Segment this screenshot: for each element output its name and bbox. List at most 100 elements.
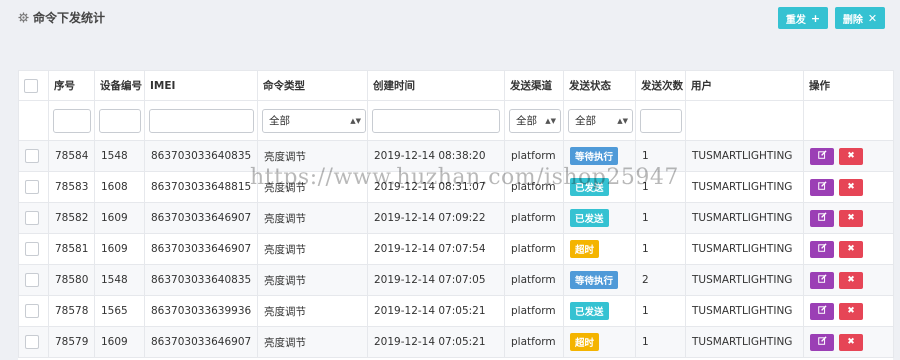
actions-cell: ✖ xyxy=(803,326,894,358)
table-row[interactable]: 78583 1608 863703033648815 亮度调节 2019-12-14 0… xyxy=(18,171,894,203)
filter-cell xyxy=(48,100,95,141)
edit-icon xyxy=(817,305,827,317)
command-type-select-value: 全部 xyxy=(269,115,290,127)
status-cell: 已发送 xyxy=(563,295,636,327)
close-icon: ✖ xyxy=(847,306,855,316)
delete-row-button[interactable]: ✖ xyxy=(839,271,863,289)
edit-button[interactable] xyxy=(810,147,834,165)
imei-filter-input[interactable] xyxy=(149,108,254,133)
resend-label: 重发 xyxy=(785,14,806,26)
col-header[interactable]: 创建时间 xyxy=(367,70,505,101)
edit-button[interactable] xyxy=(810,333,834,351)
filter-cell xyxy=(94,100,145,141)
delete-row-button[interactable]: ✖ xyxy=(839,302,863,320)
delete-row-button[interactable]: ✖ xyxy=(839,178,863,196)
count-filter-input[interactable] xyxy=(640,108,682,133)
col-header[interactable]: 命令类型 xyxy=(257,70,368,101)
filter-row: 全部 ▲▼ 全部 ▲▼ 全部 ▲▼ xyxy=(18,100,894,141)
select-arrows-icon: ▲▼ xyxy=(350,116,361,125)
row-select-cell xyxy=(18,171,49,203)
col-header[interactable]: 用户 xyxy=(685,70,804,101)
edit-icon xyxy=(817,150,827,162)
delete-row-button[interactable]: ✖ xyxy=(839,240,863,258)
created-time-filter-input[interactable] xyxy=(372,108,500,133)
status-cell: 等待执行 xyxy=(563,140,636,172)
row-checkbox[interactable] xyxy=(25,304,39,318)
send-count-cell: 1 xyxy=(635,295,686,327)
imei-cell: 863703033639936 xyxy=(144,295,258,327)
status-badge: 已发送 xyxy=(570,178,609,196)
edit-button[interactable] xyxy=(810,178,834,196)
page-title-text: 命令下发统计 xyxy=(33,11,106,25)
col-header[interactable]: 发送状态 xyxy=(563,70,636,101)
close-icon: ✕ xyxy=(867,11,878,25)
created-time-cell: 2019-12-14 08:31:07 xyxy=(367,171,505,203)
imei-cell: 863703033640835 xyxy=(144,140,258,172)
device-cell: 1548 xyxy=(94,140,145,172)
id-cell: 78580 xyxy=(48,264,95,296)
row-checkbox[interactable] xyxy=(25,273,39,287)
delete-button[interactable]: 删除 ✕ xyxy=(835,7,885,29)
user-cell: TUSMARTLIGHTING xyxy=(685,264,804,296)
edit-button[interactable] xyxy=(810,209,834,227)
send-count-cell: 1 xyxy=(635,326,686,358)
id-filter-input[interactable] xyxy=(53,108,91,133)
status-cell: 已发送 xyxy=(563,202,636,234)
id-cell: 78584 xyxy=(48,140,95,172)
table-row[interactable]: 78581 1609 863703033646907 亮度调节 2019-12-14 0… xyxy=(18,233,894,265)
device-cell: 1609 xyxy=(94,233,145,265)
edit-button[interactable] xyxy=(810,271,834,289)
status-cell: 等待执行 xyxy=(563,264,636,296)
created-time-cell: 2019-12-14 07:07:54 xyxy=(367,233,505,265)
table-row[interactable]: 78579 1609 863703033646907 亮度调节 2019-12-14 0… xyxy=(18,326,894,358)
filter-cell xyxy=(367,100,505,141)
status-badge: 已发送 xyxy=(570,302,609,320)
select-all-checkbox[interactable] xyxy=(24,78,38,93)
user-cell: TUSMARTLIGHTING xyxy=(685,140,804,172)
channel-select[interactable]: 全部 ▲▼ xyxy=(509,108,561,133)
delete-row-button[interactable]: ✖ xyxy=(839,209,863,227)
edit-icon xyxy=(817,243,827,255)
actions-cell: ✖ xyxy=(803,202,894,234)
actions-cell: ✖ xyxy=(803,140,894,172)
delete-label: 删除 xyxy=(842,14,863,26)
command-type-select[interactable]: 全部 ▲▼ xyxy=(262,108,366,133)
delete-row-button[interactable]: ✖ xyxy=(839,147,863,165)
row-checkbox[interactable] xyxy=(25,149,39,163)
col-header[interactable]: 设备编号 xyxy=(94,70,145,101)
row-checkbox[interactable] xyxy=(25,242,39,256)
table-row[interactable]: 78582 1609 863703033646907 亮度调节 2019-12-14 0… xyxy=(18,202,894,234)
top-bar: 命令下发统计 重发 + 删除 ✕ xyxy=(0,0,900,40)
resend-button[interactable]: 重发 + xyxy=(778,7,828,29)
table-row[interactable]: 78578 1565 863703033639936 亮度调节 2019-12-14 0… xyxy=(18,295,894,327)
device-cell: 1565 xyxy=(94,295,145,327)
page-title: 命令下发统计 xyxy=(18,9,105,26)
status-select[interactable]: 全部 ▲▼ xyxy=(568,108,633,133)
imei-cell: 863703033648815 xyxy=(144,171,258,203)
command-type-cell: 亮度调节 xyxy=(257,233,368,265)
channel-cell: platform xyxy=(504,295,564,327)
channel-cell: platform xyxy=(504,264,564,296)
id-cell: 78578 xyxy=(48,295,95,327)
col-header[interactable]: IMEI xyxy=(144,70,258,101)
col-header[interactable]: 序号 xyxy=(48,70,95,101)
delete-row-button[interactable]: ✖ xyxy=(839,333,863,351)
col-header[interactable]: 发送渠道 xyxy=(504,70,564,101)
row-checkbox[interactable] xyxy=(25,180,39,194)
table-row[interactable]: 78584 1548 863703033640835 亮度调节 2019-12-14 0… xyxy=(18,140,894,172)
row-checkbox[interactable] xyxy=(25,335,39,349)
close-icon: ✖ xyxy=(847,213,855,223)
edit-button[interactable] xyxy=(810,302,834,320)
filter-cell-empty xyxy=(803,100,894,141)
row-checkbox[interactable] xyxy=(25,211,39,225)
channel-cell: platform xyxy=(504,326,564,358)
table-row[interactable]: 78580 1548 863703033640835 亮度调节 2019-12-14 0… xyxy=(18,264,894,296)
channel-cell: platform xyxy=(504,171,564,203)
device-filter-input[interactable] xyxy=(99,108,141,133)
row-select-cell xyxy=(18,295,49,327)
row-select-cell xyxy=(18,233,49,265)
col-header[interactable]: 发送次数 xyxy=(635,70,686,101)
channel-select-value: 全部 xyxy=(516,115,537,127)
status-select-value: 全部 xyxy=(575,115,596,127)
edit-button[interactable] xyxy=(810,240,834,258)
